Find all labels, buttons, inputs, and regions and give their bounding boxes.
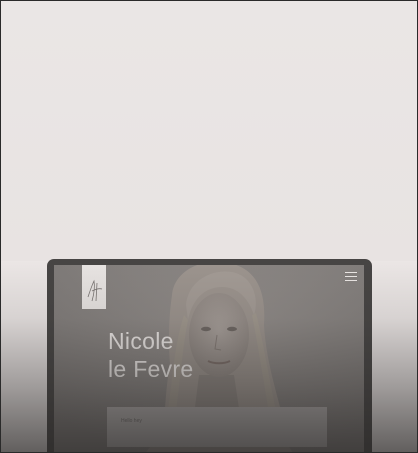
screenshot-frame: Nicole le Fevre Hello hey [0, 0, 418, 453]
hero-name: Nicole le Fevre [108, 327, 193, 383]
signature-logo-icon[interactable] [82, 265, 106, 309]
hamburger-menu-icon[interactable] [345, 272, 357, 281]
hero-last-name: le Fevre [108, 356, 194, 382]
cta-bar[interactable]: Hello hey [107, 407, 327, 447]
cta-label: Hello hey [121, 418, 142, 424]
hero-first-name: Nicole [108, 328, 174, 354]
backdrop [1, 1, 417, 261]
website-preview: Nicole le Fevre Hello hey [54, 265, 364, 452]
